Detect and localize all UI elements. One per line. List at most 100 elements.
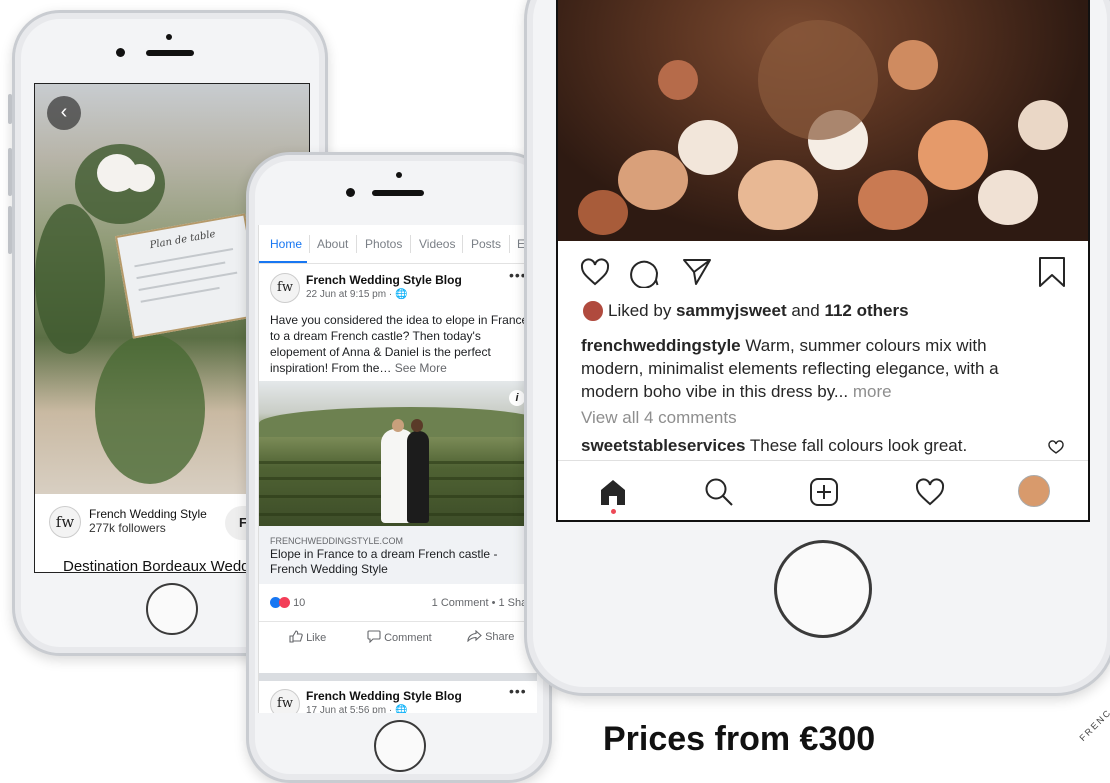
pin-title: Destination Bordeaux Wedd — [63, 558, 250, 573]
tab-photos[interactable]: Photos — [365, 237, 402, 251]
home-button[interactable] — [374, 720, 426, 772]
flower — [918, 120, 988, 190]
share-icon — [467, 629, 482, 643]
foliage — [35, 204, 105, 354]
likes-summary[interactable]: Liked by sammyjsweet and 112 others — [582, 300, 909, 322]
comment-icon[interactable] — [630, 258, 660, 288]
instagram-screen: Liked by sammyjsweet and 112 others fren… — [556, 0, 1090, 522]
tab-posts[interactable]: Posts — [471, 237, 501, 251]
post-timestamp[interactable]: 22 Jun at 9:15 pm · 🌐 — [306, 289, 407, 300]
flower — [1018, 100, 1068, 150]
seating-plan-board: Plan de table — [114, 213, 264, 339]
home-button[interactable] — [774, 540, 872, 638]
skin-shadow — [758, 20, 878, 140]
activity-heart-icon[interactable] — [914, 477, 946, 507]
liked-user[interactable]: sammyjsweet — [676, 301, 787, 320]
flower — [678, 120, 738, 175]
next-post-author[interactable]: French Wedding Style Blog — [306, 689, 462, 703]
tab-videos[interactable]: Videos — [419, 237, 455, 251]
comment-like-heart-icon[interactable] — [1048, 440, 1064, 454]
flower — [578, 190, 628, 235]
like-button[interactable]: Like — [289, 630, 326, 644]
post-text: Have you considered the idea to elope in… — [270, 312, 532, 376]
see-more-link[interactable]: See More — [395, 361, 447, 375]
flower — [888, 40, 938, 90]
send-icon[interactable] — [682, 258, 712, 286]
tab-home[interactable]: Home — [270, 237, 302, 251]
reactions-summary[interactable]: 10 — [270, 597, 305, 609]
brand-stamp-text: FRENC — [1077, 706, 1110, 744]
info-icon[interactable]: i — [509, 390, 525, 406]
tab-divider — [410, 235, 411, 253]
comment-username[interactable]: sweetstableservices — [581, 436, 745, 455]
earpiece-speaker — [372, 190, 424, 196]
view-all-comments-link[interactable]: View all 4 comments — [581, 408, 737, 428]
next-post-timestamp[interactable]: 17 Jun at 5:56 pm · 🌐 — [306, 705, 407, 713]
link-title[interactable]: Elope in France to a dream French castle… — [270, 547, 520, 577]
avatar — [582, 300, 604, 322]
tab-about[interactable]: About — [317, 237, 348, 251]
bookmark-icon[interactable] — [1038, 256, 1066, 288]
phone-volume-button — [8, 148, 12, 196]
comment-icon — [367, 630, 381, 644]
flower — [618, 150, 688, 210]
post-author[interactable]: French Wedding Style Blog — [306, 273, 462, 287]
liker-avatar — [582, 300, 604, 322]
liked-prefix: Liked by — [608, 301, 677, 320]
active-tab-indicator — [259, 261, 307, 263]
link-preview[interactable]: FRENCHWEDDINGSTYLE.COM Elope in France t… — [259, 526, 537, 584]
followers-count: 277k followers — [89, 521, 166, 535]
comment: sweetstableservices These fall colours l… — [581, 436, 967, 456]
page-avatar[interactable]: fw — [270, 273, 300, 303]
liked-and: and — [786, 301, 825, 320]
page-avatar[interactable]: fw — [270, 689, 300, 713]
post-photo[interactable] — [558, 0, 1088, 241]
caption-more-link[interactable]: more — [848, 382, 892, 401]
board-text-line — [140, 286, 220, 303]
page-tabs: Home About Photos Videos Posts E — [259, 225, 537, 264]
thumbs-up-icon — [289, 630, 303, 643]
liked-others[interactable]: 112 others — [824, 301, 908, 320]
like-label: Like — [306, 632, 327, 644]
bottom-nav — [558, 460, 1088, 520]
search-icon[interactable] — [704, 477, 734, 507]
tab-divider — [356, 235, 357, 253]
comment-share-count[interactable]: 1 Comment • 1 Share — [432, 597, 537, 609]
love-reaction-icon — [279, 597, 290, 608]
home-button[interactable] — [146, 583, 198, 635]
earpiece-speaker — [146, 50, 194, 56]
phone-volume-button — [8, 206, 12, 254]
tab-divider — [462, 235, 463, 253]
comment-label: Comment — [384, 632, 432, 644]
groom-head — [411, 419, 423, 432]
flower — [978, 170, 1038, 225]
caption-username[interactable]: frenchweddingstyle — [581, 336, 741, 355]
home-icon[interactable] — [598, 477, 628, 507]
post-actions: Like Comment Share — [259, 621, 537, 650]
front-camera — [346, 188, 355, 197]
proximity-sensor — [396, 172, 402, 178]
reaction-count: 10 — [293, 597, 306, 609]
front-camera — [116, 48, 125, 57]
board-title: Plan de table — [148, 228, 217, 252]
new-post-icon[interactable] — [809, 477, 839, 507]
flower — [738, 160, 818, 230]
proximity-sensor — [166, 34, 172, 40]
facebook-screen: Home About Photos Videos Posts E fw Fren… — [258, 225, 537, 713]
back-button[interactable]: ‹ — [47, 96, 81, 130]
foliage — [95, 334, 205, 484]
post-caption: frenchweddingstyle Warm, summer colours … — [581, 334, 1031, 403]
chevron-left-icon: ‹ — [60, 101, 68, 123]
bride-head — [392, 419, 404, 432]
more-options-icon[interactable]: ••• — [509, 683, 527, 699]
post-photo[interactable]: i — [259, 381, 537, 526]
heart-icon[interactable] — [580, 258, 610, 286]
comment-button[interactable]: Comment — [367, 630, 432, 644]
phone-side-button — [8, 94, 12, 124]
share-button[interactable]: Share — [467, 629, 514, 643]
profile-avatar-icon[interactable] — [1018, 475, 1050, 507]
groom — [407, 431, 429, 523]
profile-name[interactable]: French Wedding Style — [89, 507, 207, 521]
price-headline: Prices from €300 — [603, 720, 876, 758]
fw-logo-avatar[interactable]: fw — [49, 506, 81, 538]
